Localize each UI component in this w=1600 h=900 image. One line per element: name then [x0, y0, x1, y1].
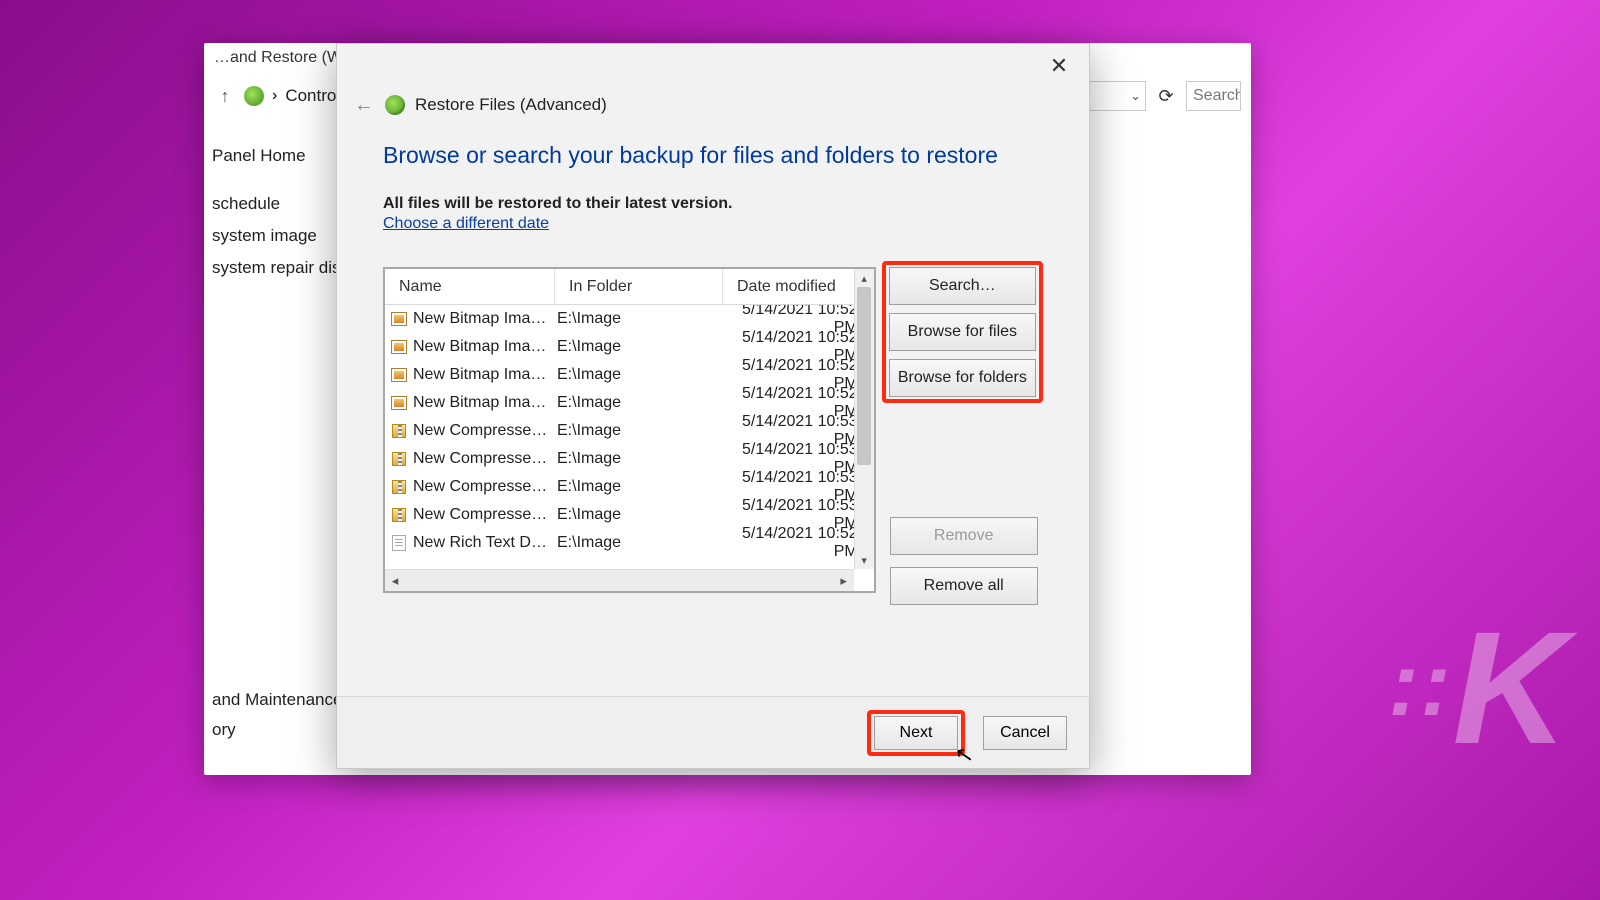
col-folder[interactable]: In Folder [555, 269, 723, 304]
scroll-right-icon[interactable]: ▸ [834, 573, 854, 589]
file-name: New Bitmap Ima… [413, 310, 555, 328]
vertical-scrollbar[interactable]: ▴ ▾ [854, 269, 874, 569]
recycle-icon [244, 86, 264, 106]
file-name: New Bitmap Ima… [413, 338, 555, 356]
file-folder: E:\Image [555, 366, 723, 384]
file-type-icon [385, 312, 413, 326]
dialog-titlebar: ✕ [337, 44, 1089, 88]
file-folder: E:\Image [555, 506, 723, 524]
dialog-title: Restore Files (Advanced) [415, 95, 607, 115]
restore-icon [385, 95, 405, 115]
list-item[interactable]: New Rich Text D…E:\Image5/14/2021 10:52 … [385, 529, 874, 557]
file-type-icon [385, 396, 413, 410]
next-button-highlight: Next [867, 710, 965, 756]
search-placeholder: Search [1193, 87, 1241, 105]
file-folder: E:\Image [555, 394, 723, 412]
cancel-button[interactable]: Cancel [983, 716, 1067, 750]
scroll-left-icon[interactable]: ◂ [385, 573, 405, 589]
remove-button[interactable]: Remove [890, 517, 1038, 555]
file-type-icon [385, 535, 413, 551]
file-date: 5/14/2021 10:52 PM [723, 525, 874, 561]
sidebar-item[interactable]: and Maintenance [212, 690, 342, 710]
file-type-icon [385, 480, 413, 494]
file-type-icon [385, 508, 413, 522]
dialog-header: ← Restore Files (Advanced) [337, 88, 1089, 130]
chevron-down-icon[interactable]: ⌄ [1130, 88, 1141, 104]
remove-all-button[interactable]: Remove all [890, 567, 1038, 605]
bg-sidebar: Panel Home schedule system image system … [204, 138, 344, 298]
file-type-icon [385, 452, 413, 466]
file-folder: E:\Image [555, 478, 723, 496]
horizontal-scrollbar[interactable]: ◂ ▸ [385, 569, 854, 591]
file-folder: E:\Image [555, 422, 723, 440]
version-note: All files will be restored to their late… [383, 195, 1043, 213]
file-name: New Rich Text D… [413, 534, 555, 552]
close-button[interactable]: ✕ [1037, 50, 1081, 82]
back-icon[interactable]: ← [353, 94, 375, 116]
scroll-thumb[interactable] [857, 287, 871, 465]
file-type-icon [385, 424, 413, 438]
file-folder: E:\Image [555, 310, 723, 328]
file-type-icon [385, 368, 413, 382]
list-header: Name In Folder Date modified [385, 269, 874, 305]
search-button[interactable]: Search… [889, 267, 1036, 305]
col-name[interactable]: Name [385, 269, 555, 304]
file-folder: E:\Image [555, 450, 723, 468]
file-name: New Compresse… [413, 450, 555, 468]
scroll-down-icon[interactable]: ▾ [855, 551, 874, 569]
restore-files-dialog: ✕ ← Restore Files (Advanced) Browse or s… [336, 43, 1090, 769]
file-name: New Compresse… [413, 506, 555, 524]
file-name: New Compresse… [413, 478, 555, 496]
file-type-icon [385, 340, 413, 354]
refresh-icon[interactable]: ⟳ [1154, 86, 1178, 107]
next-button[interactable]: Next [874, 716, 958, 750]
sidebar-home[interactable]: Panel Home [212, 146, 336, 166]
file-folder: E:\Image [555, 534, 723, 552]
file-name: New Bitmap Ima… [413, 366, 555, 384]
breadcrumb-sep: › [272, 87, 277, 105]
col-date[interactable]: Date modified [723, 269, 874, 304]
sidebar-item[interactable]: schedule [212, 194, 336, 214]
sidebar-item[interactable]: ory [212, 720, 342, 740]
dialog-footer: Next Cancel [337, 696, 1089, 768]
file-name: New Compresse… [413, 422, 555, 440]
search-box[interactable]: Search [1186, 81, 1241, 111]
browse-button-group-highlight: Search… Browse for files Browse for fold… [882, 261, 1043, 403]
file-name: New Bitmap Ima… [413, 394, 555, 412]
file-list[interactable]: Name In Folder Date modified New Bitmap … [383, 267, 876, 593]
nav-up-icon[interactable]: ↑ [214, 86, 236, 107]
sidebar-item[interactable]: system repair disc [212, 258, 336, 278]
scroll-up-icon[interactable]: ▴ [855, 269, 874, 287]
sidebar-item[interactable]: system image [212, 226, 336, 246]
browse-files-button[interactable]: Browse for files [889, 313, 1036, 351]
choose-date-link[interactable]: Choose a different date [383, 215, 549, 233]
watermark-logo: ::K [1389, 596, 1561, 780]
file-folder: E:\Image [555, 338, 723, 356]
dialog-heading: Browse or search your backup for files a… [383, 142, 1043, 169]
browse-folders-button[interactable]: Browse for folders [889, 359, 1036, 397]
